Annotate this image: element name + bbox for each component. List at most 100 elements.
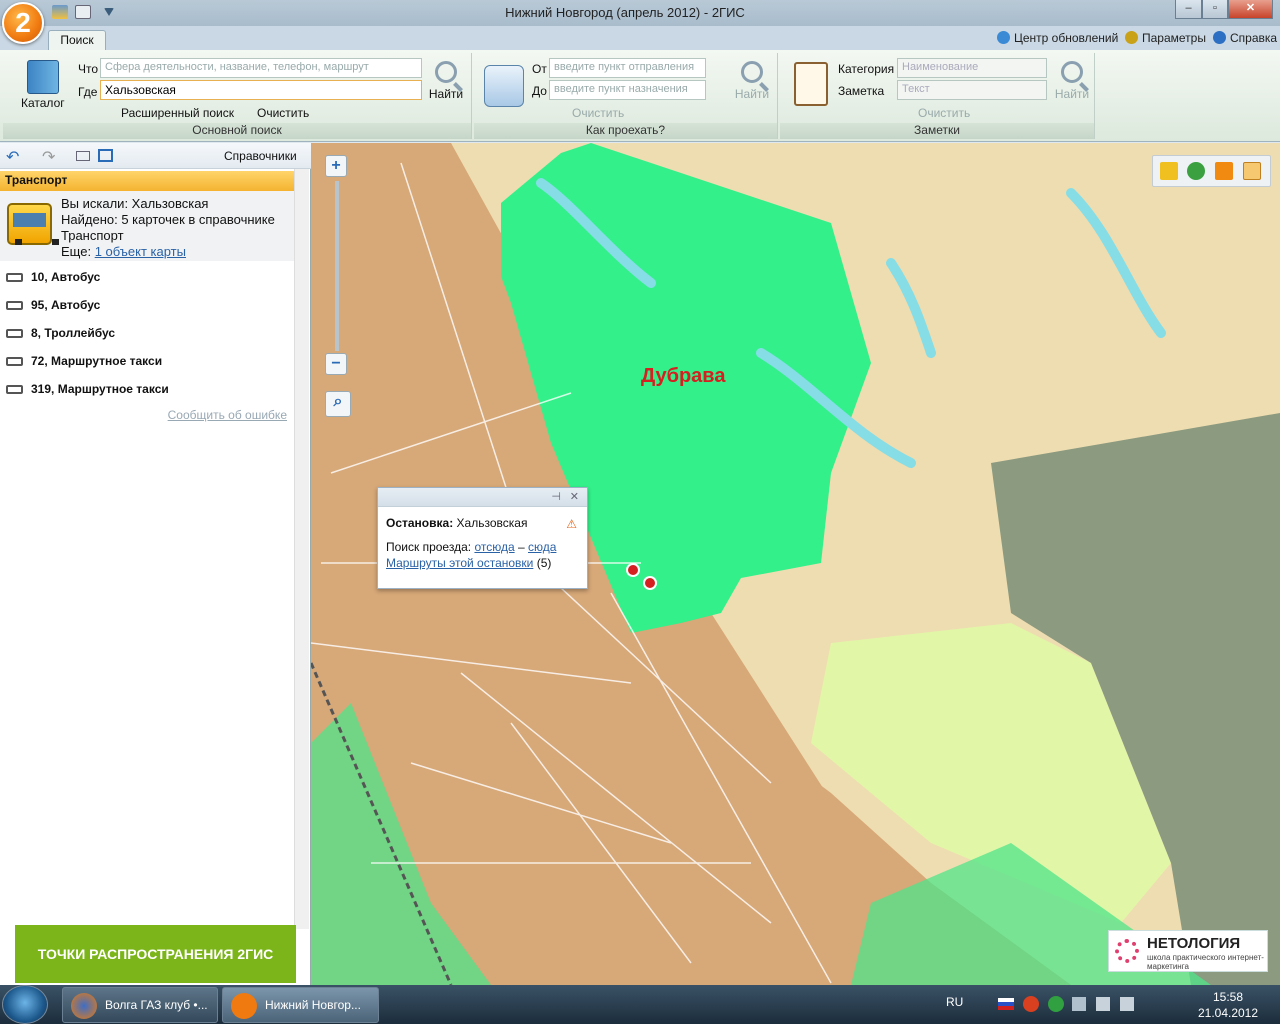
route-clear-button[interactable]: Очистить: [572, 106, 624, 120]
directories-dropdown[interactable]: Справочники: [224, 149, 297, 163]
stop-routes-link[interactable]: Маршруты этой остановки: [386, 556, 533, 570]
popup-header: ⊣ ✕: [378, 488, 587, 507]
trolleybus-icon: [6, 329, 23, 338]
tray-speaker-icon[interactable]: [1120, 997, 1134, 1011]
app-logo-icon[interactable]: 2: [2, 2, 44, 44]
start-button[interactable]: [2, 985, 48, 1024]
where-input[interactable]: Хальзовская: [100, 80, 422, 100]
to-label: До: [532, 84, 547, 98]
catalog-icon[interactable]: [27, 60, 59, 94]
tray-clock[interactable]: 15:58 21.04.2012: [1196, 989, 1260, 1021]
notes-icon[interactable]: [794, 62, 828, 106]
tray-power-icon[interactable]: [1096, 997, 1110, 1011]
bus-icon: [6, 273, 23, 282]
route-item[interactable]: 10, Автобус: [0, 264, 294, 292]
route-from-link[interactable]: отсюда: [474, 540, 514, 554]
tray-flag-icon[interactable]: [998, 998, 1014, 1010]
map-tools: [1152, 155, 1271, 187]
ribbon-tab-row: Поиск Центр обновлений Параметры Справка: [0, 26, 1280, 50]
firefox-icon: [71, 993, 97, 1019]
tray-app-icon[interactable]: [1023, 996, 1039, 1012]
2gis-icon: [231, 993, 257, 1019]
tray-network-icon[interactable]: [1072, 997, 1086, 1011]
route-item[interactable]: 72, Маршрутное такси: [0, 348, 294, 376]
route-find-button[interactable]: Найти: [732, 61, 772, 101]
to-input[interactable]: введите пункт назначения: [549, 80, 706, 100]
notes-clear-button[interactable]: Очистить: [918, 106, 970, 120]
from-label: От: [532, 62, 547, 76]
search-icon: [435, 61, 457, 83]
bus-icon: [7, 203, 59, 245]
taskbar: Волга ГАЗ клуб •... Нижний Новгор... RU …: [0, 985, 1280, 1024]
taskbar-item-2gis[interactable]: Нижний Новгор...: [222, 987, 379, 1023]
ruler-icon[interactable]: [1160, 162, 1178, 180]
close-icon[interactable]: ✕: [570, 490, 579, 503]
where-label: Где: [78, 85, 98, 99]
area-label-dubrava: Дубрава: [641, 365, 726, 387]
zoom-in-icon[interactable]: +: [325, 155, 347, 177]
bus-stop-marker[interactable]: [643, 576, 657, 590]
search-icon: [741, 61, 763, 83]
map-view[interactable]: Дубрава + − ⌕ ⊣ ✕ Остановка: Хальзовская…: [311, 143, 1280, 985]
taskbar-item-firefox[interactable]: Волга ГАЗ клуб •...: [62, 987, 218, 1023]
search-info-text: Вы искали: Хальзовская Найдено: 5 карточ…: [61, 196, 275, 259]
search-info: Вы искали: Хальзовская Найдено: 5 карточ…: [0, 191, 294, 261]
params-link[interactable]: Параметры: [1125, 31, 1206, 45]
route-item[interactable]: 319, Маршрутное такси: [0, 376, 294, 404]
what-input[interactable]: Сфера деятельности, название, телефон, м…: [100, 58, 422, 78]
tray-app-icon[interactable]: [1048, 996, 1064, 1012]
pin-icon[interactable]: ⊣: [551, 490, 561, 503]
zoom-out-icon[interactable]: −: [325, 353, 347, 375]
zoom-slider[interactable]: [335, 181, 339, 351]
find-button[interactable]: Найти: [427, 61, 465, 101]
view-icon[interactable]: [76, 151, 90, 161]
clear-button[interactable]: Очистить: [257, 106, 309, 120]
minimize-button[interactable]: –: [1175, 0, 1202, 19]
route-to-link[interactable]: сюда: [528, 540, 556, 554]
route-item[interactable]: 95, Автобус: [0, 292, 294, 320]
minibus-icon: [6, 385, 23, 394]
left-toolbar: ↶ ↷ Справочники: [0, 143, 311, 169]
maximize-button[interactable]: ▫: [1202, 0, 1228, 19]
help-icon: [1213, 31, 1226, 44]
help-link[interactable]: Справка: [1213, 31, 1277, 45]
ribbon: Каталог Что Сфера деятельности, название…: [0, 50, 1280, 142]
warning-icon[interactable]: ⚠: [566, 516, 577, 532]
promo-banner[interactable]: ТОЧКИ РАСПРОСТРАНЕНИЯ 2ГИС: [15, 925, 296, 983]
layers-icon[interactable]: [1187, 162, 1205, 180]
from-input[interactable]: введите пункт отправления: [549, 58, 706, 78]
print-map-icon[interactable]: [1243, 162, 1261, 180]
close-button[interactable]: ✕: [1228, 0, 1273, 19]
title-bar: 2 Нижний Новгород (апрель 2012) - 2ГИС –…: [0, 0, 1280, 44]
forward-icon[interactable]: ↷: [42, 147, 55, 167]
flower-icon: [1115, 939, 1139, 963]
catalog-label[interactable]: Каталог: [21, 96, 65, 110]
category-select[interactable]: Наименование: [897, 58, 1047, 78]
note-input[interactable]: Текст: [897, 80, 1047, 100]
language-indicator[interactable]: RU: [946, 995, 963, 1009]
note-label: Заметка: [838, 84, 885, 98]
report-error-link[interactable]: Сообщить об ошибке: [168, 408, 287, 422]
minibus-icon: [6, 357, 23, 366]
updates-link[interactable]: Центр обновлений: [997, 31, 1118, 45]
bus-stop-marker[interactable]: [626, 563, 640, 577]
list-icon[interactable]: [98, 149, 113, 162]
route-item[interactable]: 8, Троллейбус: [0, 320, 294, 348]
route-search-group: От введите пункт отправления До введите …: [474, 53, 778, 139]
shape-icon[interactable]: [1215, 162, 1233, 180]
route-icon[interactable]: [484, 65, 524, 107]
watermark-logo: НЕТОЛОГИЯ школа практического интернет-м…: [1108, 930, 1268, 972]
left-scrollbar[interactable]: [294, 169, 309, 929]
route-search-caption: Как проехать?: [474, 123, 777, 139]
tab-search[interactable]: Поиск: [48, 30, 106, 50]
zoom-control: + −: [323, 155, 353, 377]
advanced-search-button[interactable]: Расширенный поиск: [121, 106, 234, 120]
left-panel: ↶ ↷ Справочники Транспорт Вы искали: Хал…: [0, 143, 311, 985]
notes-find-button[interactable]: Найти: [1052, 61, 1092, 101]
section-header: Транспорт: [0, 171, 309, 191]
back-icon[interactable]: ↶: [6, 147, 19, 167]
map-object-link[interactable]: 1 объект карты: [95, 244, 186, 259]
what-label: Что: [78, 62, 99, 76]
zoom-area-icon[interactable]: ⌕: [325, 391, 351, 417]
gear-icon: [1125, 31, 1138, 44]
